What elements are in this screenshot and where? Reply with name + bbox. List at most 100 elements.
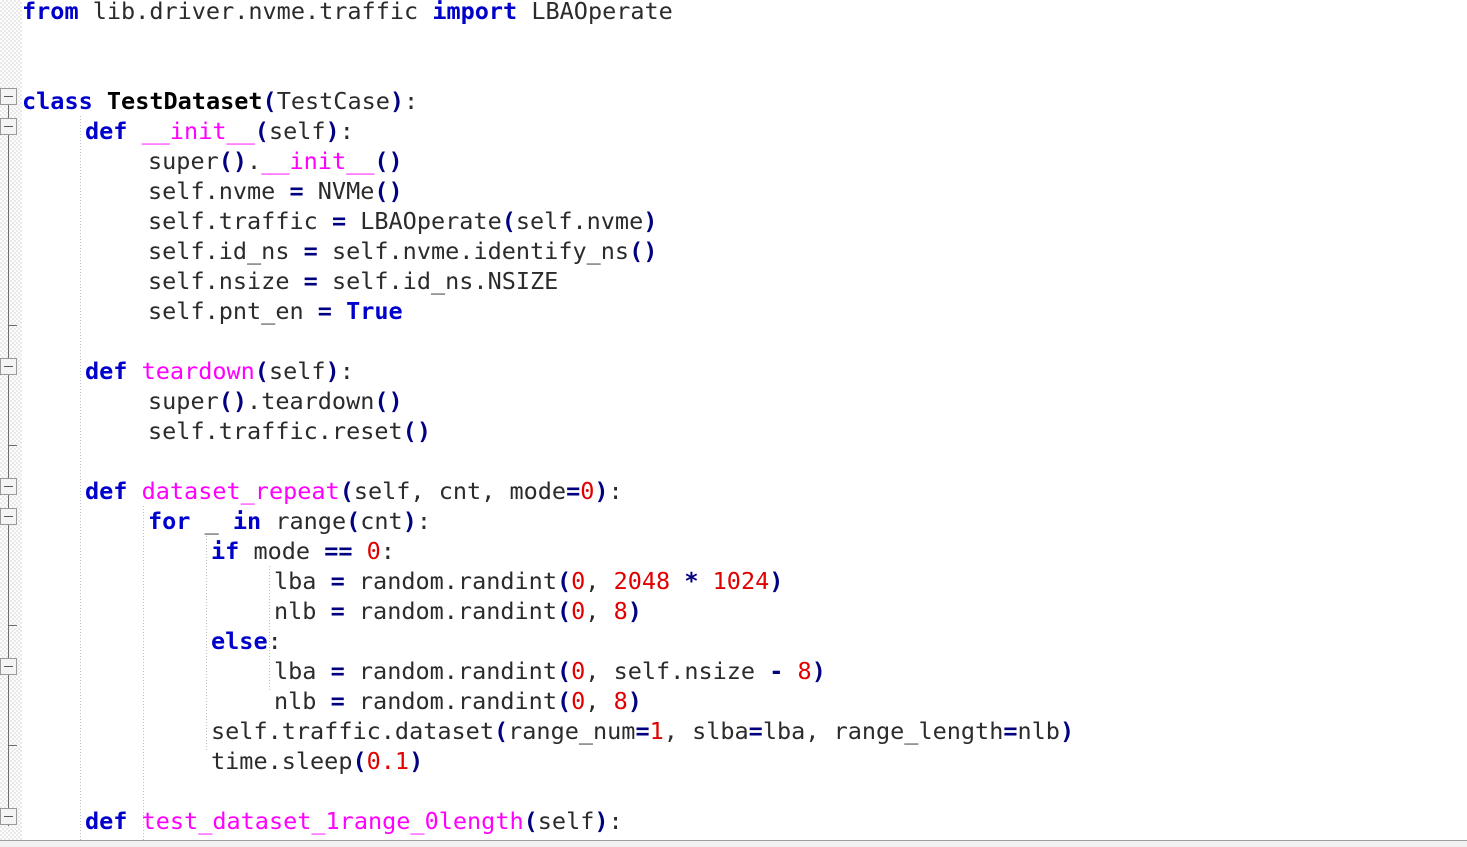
code-token-pl: nlb (1017, 717, 1060, 745)
code-token-pl: : (380, 537, 395, 565)
code-line[interactable]: def teardown(self): (85, 356, 354, 386)
code-token-op: * (684, 567, 699, 595)
code-line[interactable]: super().teardown() (148, 386, 403, 416)
code-token-num: 0 (571, 597, 586, 625)
code-token-pl: nlb (274, 687, 331, 715)
code-token-kw: def (85, 357, 128, 385)
code-line[interactable]: nlb = random.randint(0, 8) (274, 596, 642, 626)
code-token-pl: random.randint (344, 657, 557, 685)
code-token-op: ) (1059, 717, 1075, 745)
code-line[interactable]: from lib.driver.nvme.traffic import LBAO… (22, 0, 673, 26)
fold-box-def-teardown[interactable] (0, 358, 17, 375)
code-token-pl: self.nvme (148, 177, 290, 205)
code-token-op: ( (254, 117, 269, 145)
code-line[interactable]: class TestDataset(TestCase): (22, 86, 418, 116)
code-token-op: = (330, 657, 345, 685)
code-line[interactable]: self.id_ns = self.nvme.identify_ns() (148, 236, 657, 266)
code-line[interactable]: self.traffic.reset() (148, 416, 431, 446)
code-line[interactable]: lba = random.randint(0, 2048 * 1024) (274, 566, 783, 596)
code-token-pl: , slba (663, 717, 749, 745)
code-token-pl: _ (190, 507, 233, 535)
indent-guide-level-3 (206, 536, 207, 750)
code-line[interactable]: self.traffic = LBAOperate(self.nvme) (148, 206, 657, 236)
code-line[interactable]: time.sleep(0.1) (211, 746, 423, 776)
code-line[interactable]: self.nsize = self.id_ns.NSIZE (148, 266, 558, 296)
code-token-pl: LBAOperate (346, 207, 502, 235)
code-line[interactable]: self.traffic.dataset(range_num=1, slba=l… (211, 716, 1074, 746)
code-line[interactable]: nlb = random.randint(0, 8) (274, 686, 642, 716)
code-token-op: ( (254, 357, 269, 385)
fold-box-def-init[interactable] (0, 118, 17, 135)
code-token-pl: , self.nsize (585, 657, 770, 685)
code-token-num: 8 (797, 657, 812, 685)
code-token-pl: self (537, 807, 595, 835)
code-line[interactable]: self.pnt_en = True (148, 296, 403, 326)
code-line[interactable]: if mode == 0: (211, 536, 395, 566)
horizontal-scrollbar-rail[interactable] (0, 840, 1467, 847)
code-line[interactable]: lba = random.randint(0, self.nsize - 8) (274, 656, 826, 686)
code-line[interactable]: else: (211, 626, 282, 656)
code-token-op: ) (402, 507, 417, 535)
code-token-op: = (330, 687, 345, 715)
fold-box-class-testdataset[interactable] (0, 88, 17, 105)
code-token-num: 8 (613, 687, 628, 715)
code-token-op: = (331, 207, 347, 235)
code-token-op: ) (594, 477, 609, 505)
code-token-pl: : (339, 357, 354, 385)
code-token-pl: self, cnt, mode (353, 477, 567, 505)
code-line[interactable]: def __init__(self): (85, 116, 354, 146)
code-token-pl: lba, range_length (762, 717, 1004, 745)
fold-gutter[interactable] (0, 0, 22, 847)
code-token-op: ( (262, 87, 277, 115)
fold-box-def-dataset-repeat[interactable] (0, 478, 17, 495)
code-token-fn: __init__ (141, 117, 255, 145)
fold-box-def-test-dataset[interactable] (0, 808, 17, 825)
code-token-op: ( (346, 507, 361, 535)
code-token-pl: lba (274, 657, 331, 685)
code-token-op: ) (325, 117, 340, 145)
code-token-op: = (317, 297, 332, 325)
code-token-op: ) (389, 87, 405, 115)
code-line[interactable]: def test_dataset_1range_0length(self): (85, 806, 623, 836)
code-token-op: () (629, 237, 658, 265)
code-token-pl: self.nsize (148, 267, 304, 295)
code-surface[interactable]: from lib.driver.nvme.traffic import LBAO… (22, 0, 1467, 840)
code-token-pl: self (268, 117, 326, 145)
code-line[interactable]: for _ in range(cnt): (148, 506, 431, 536)
code-token-pl: time.sleep (211, 747, 353, 775)
code-token-num: 2048 (613, 567, 671, 595)
code-token-op: () (218, 387, 248, 415)
code-editor[interactable]: from lib.driver.nvme.traffic import LBAO… (0, 0, 1467, 847)
code-token-pl: : (608, 807, 623, 835)
code-line[interactable]: def dataset_repeat(self, cnt, mode=0): (85, 476, 623, 506)
code-token-pl: , (585, 567, 614, 595)
fold-box-for-loop[interactable] (0, 508, 17, 525)
code-token-pl: self.traffic.reset (148, 417, 403, 445)
code-token-pl: cnt (360, 507, 403, 535)
code-token-op: ) (627, 687, 642, 715)
code-token-pl: LBAOperate (517, 0, 673, 25)
fold-tick-else-end (8, 745, 17, 746)
fold-box-else-branch[interactable] (0, 658, 17, 675)
code-token-kw: for (148, 507, 191, 535)
fold-tick-teardown-end (8, 445, 17, 446)
code-token-kw: from (22, 0, 79, 25)
code-token-op: ( (556, 657, 572, 685)
code-line[interactable]: super().__init__() (148, 146, 403, 176)
fold-tick-for-end (8, 625, 17, 626)
code-token-num: 0.1 (366, 747, 410, 775)
code-token-kw: def (85, 477, 128, 505)
code-token-op: ) (594, 807, 609, 835)
code-token-num: 1024 (712, 567, 770, 595)
code-token-op: = (303, 237, 318, 265)
code-line[interactable]: self.nvme = NVMe() (148, 176, 403, 206)
code-token-pl: self.pnt_en (148, 297, 318, 325)
code-token-kw: if (211, 537, 240, 565)
code-token-pl: : (339, 117, 354, 145)
